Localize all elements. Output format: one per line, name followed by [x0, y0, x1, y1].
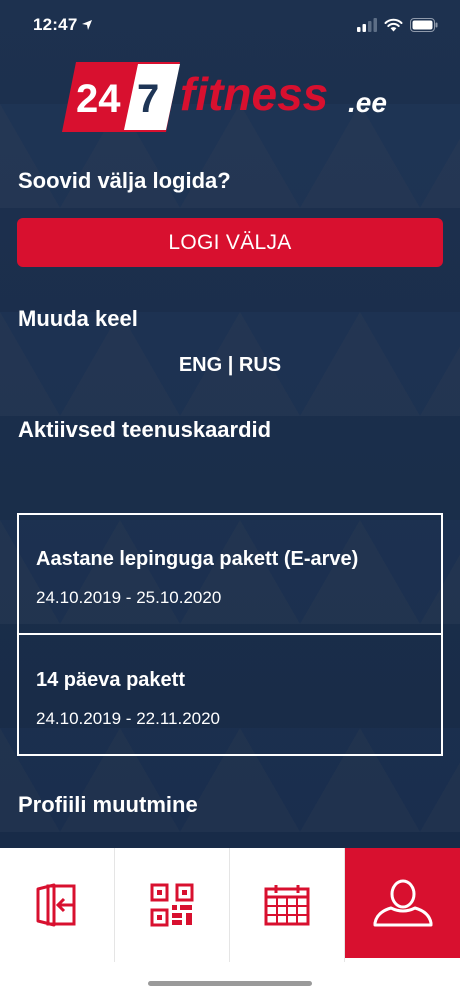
service-card-dates: 24.10.2019 - 22.11.2020 — [36, 709, 221, 728]
logo-number-7: 7 — [137, 77, 159, 121]
language-switch: ENG | RUS — [0, 354, 460, 377]
logout-question: Soovid välja logida? — [18, 168, 231, 193]
brand-logo: 24 7 fitness .ee — [62, 62, 387, 132]
tab-profile[interactable] — [345, 848, 460, 958]
service-card[interactable]: 14 päeva pakett 24.10.2019 - 22.11.2020 — [19, 636, 441, 756]
user-icon — [373, 879, 432, 927]
language-separator: | — [227, 354, 234, 376]
status-time: 12:47 — [33, 15, 93, 35]
language-option-eng[interactable]: ENG — [179, 354, 222, 377]
service-cards-title: Aktiivsed teenuskaardid — [18, 417, 272, 442]
battery-icon — [410, 18, 438, 32]
home-indicator — [148, 981, 312, 986]
qr-code-icon — [150, 883, 194, 927]
service-cards-list: Aastane lepinguga pakett (E-arve) 24.10.… — [17, 513, 443, 756]
location-arrow-icon — [82, 20, 93, 30]
logo-number-24: 24 — [76, 77, 121, 121]
service-card[interactable]: Aastane lepinguga pakett (E-arve) 24.10.… — [19, 515, 441, 635]
door-enter-icon — [36, 883, 76, 927]
tab-entry[interactable] — [0, 848, 115, 962]
language-title: Muuda keel — [18, 306, 138, 331]
language-option-rus[interactable]: RUS — [239, 354, 281, 377]
logo-brand-text: fitness — [180, 68, 328, 120]
tab-bar — [0, 848, 460, 996]
calendar-icon — [264, 885, 310, 926]
logo-suffix: .ee — [348, 87, 387, 118]
logout-button[interactable]: LOGI VÄLJA — [17, 218, 443, 267]
service-card-name: Aastane lepinguga pakett (E-arve) — [36, 548, 359, 570]
signal-bars-icon — [357, 18, 377, 32]
tab-calendar[interactable] — [230, 848, 345, 962]
tab-qr-code[interactable] — [115, 848, 230, 962]
clock-text: 12:47 — [33, 15, 78, 34]
service-card-name: 14 päeva pakett — [36, 669, 185, 691]
wifi-icon — [384, 18, 403, 32]
service-card-dates: 24.10.2019 - 25.10.2020 — [36, 588, 222, 607]
status-bar: 12:47 — [0, 0, 460, 50]
status-icons — [357, 18, 438, 32]
profile-edit-title[interactable]: Profiili muutmine — [18, 792, 198, 818]
